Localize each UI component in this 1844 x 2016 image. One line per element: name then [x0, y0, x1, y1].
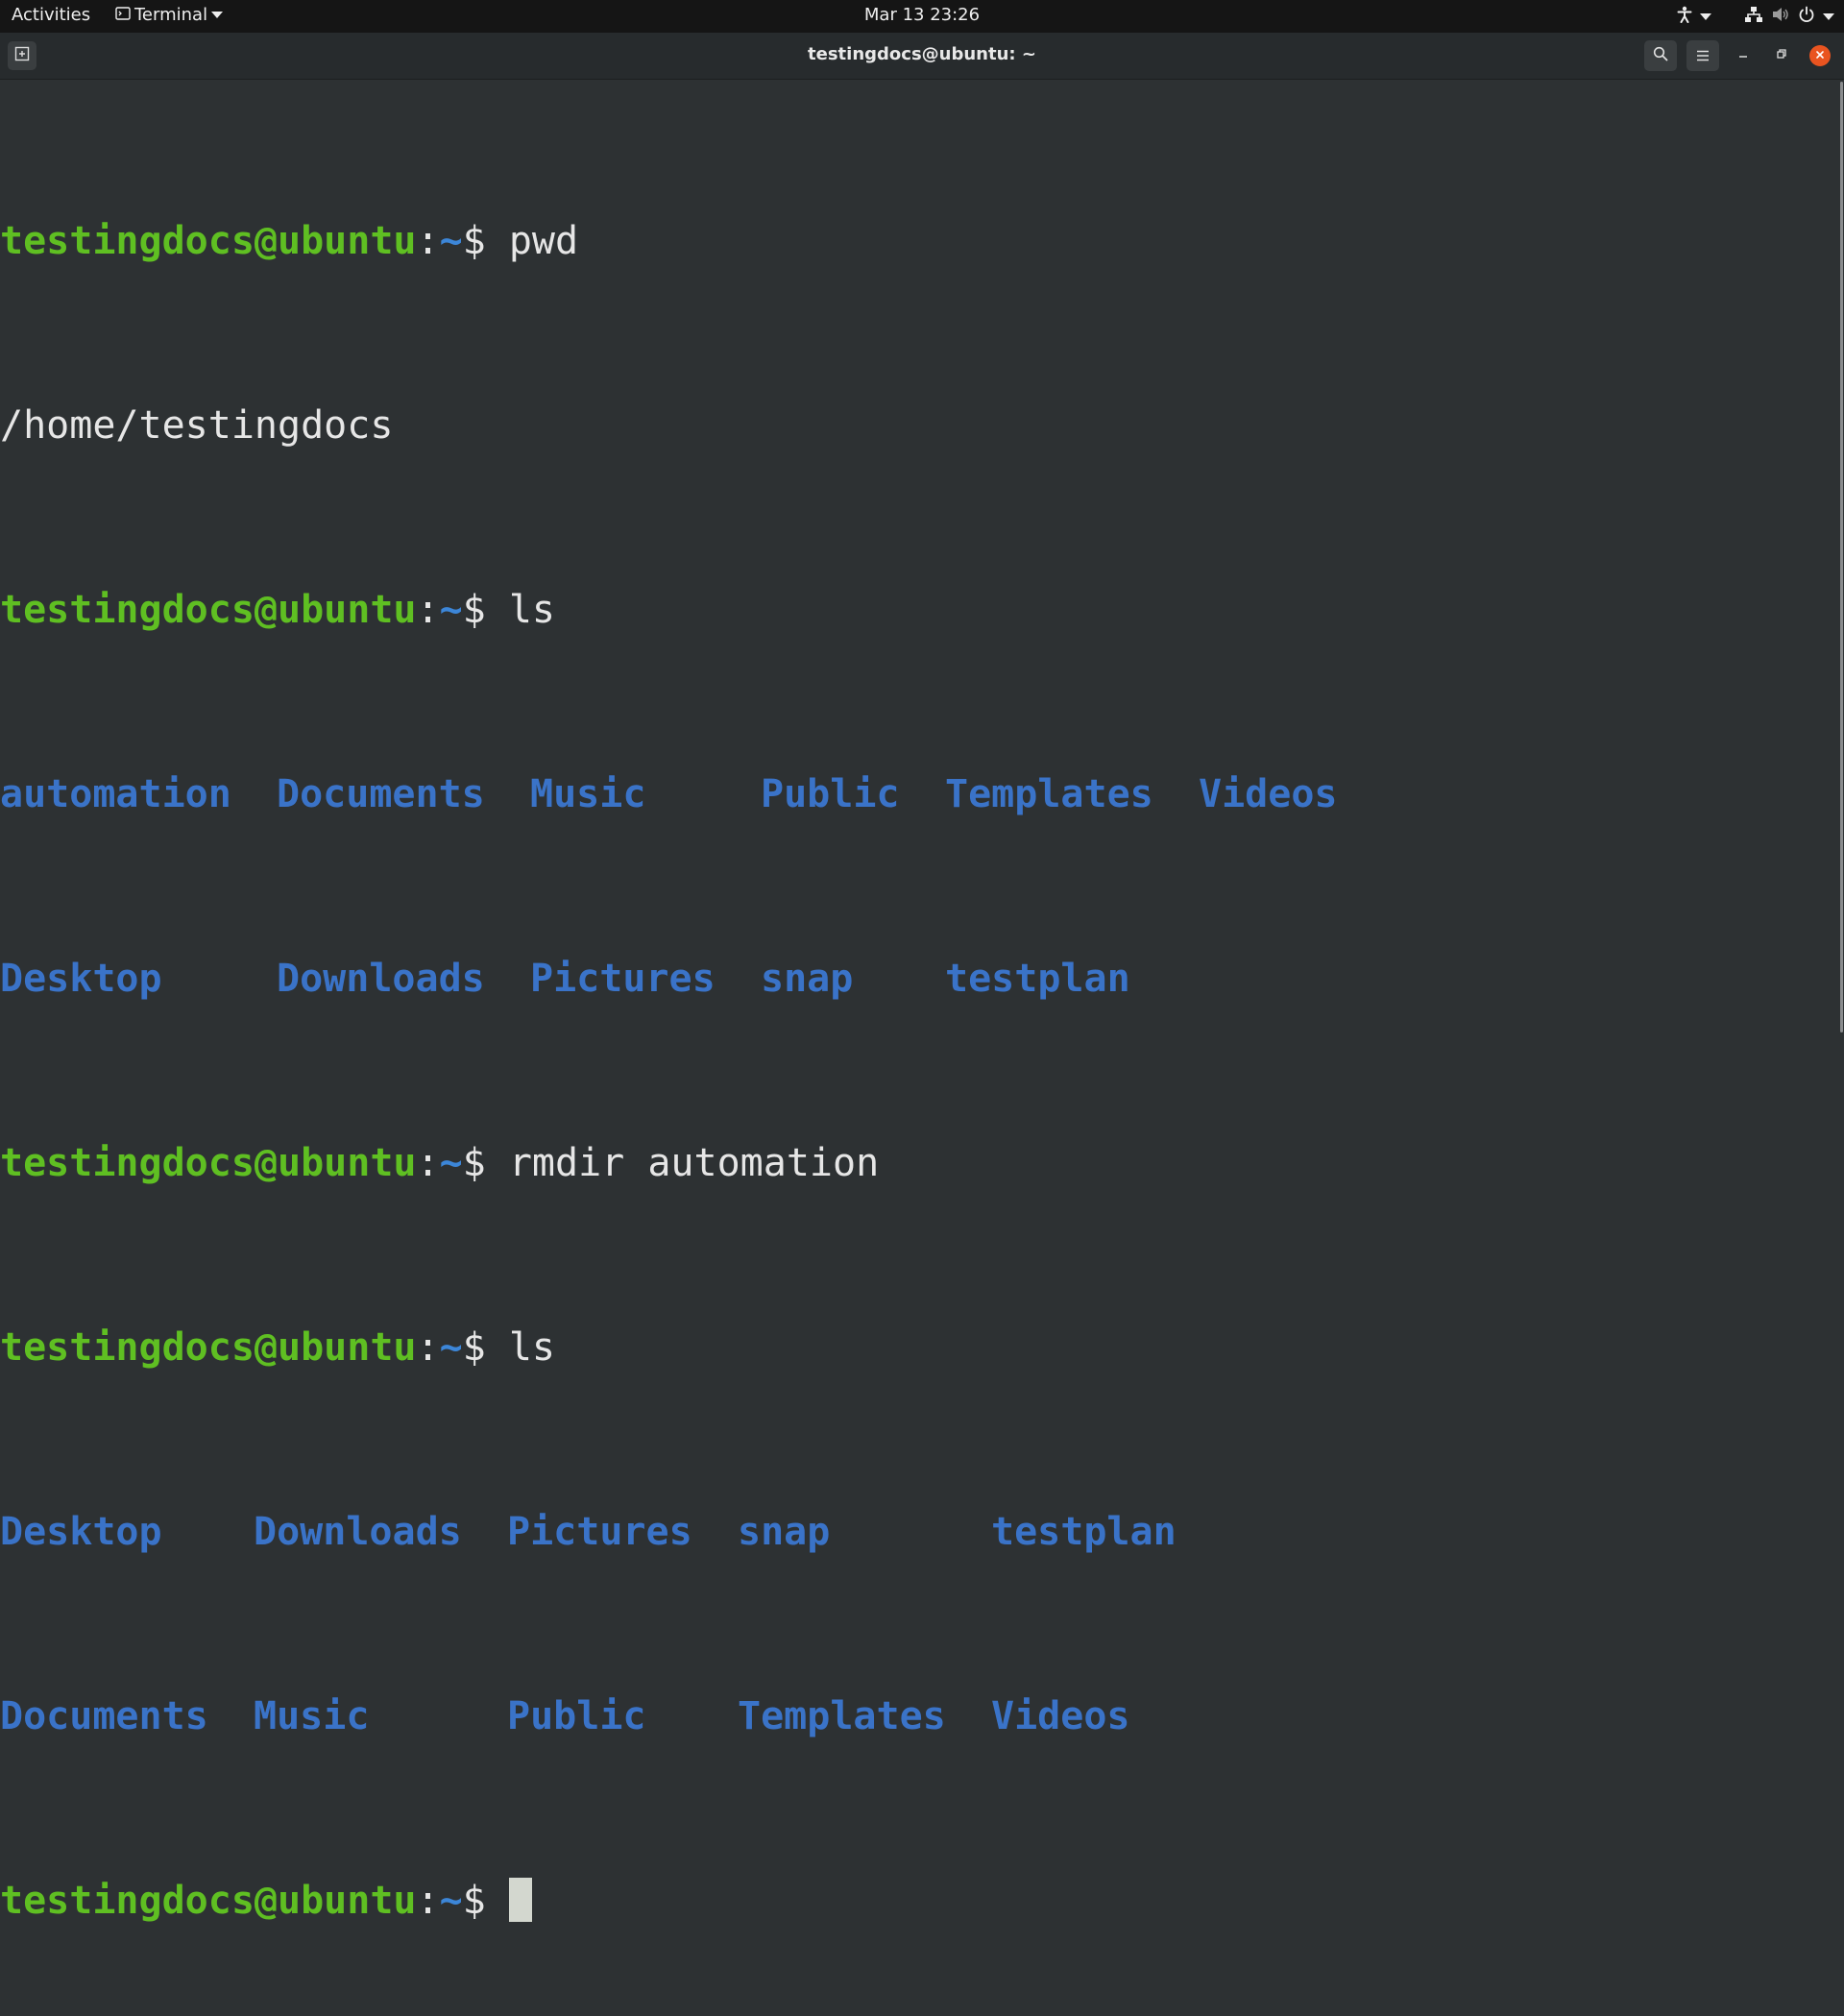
- accessibility-icon: [1677, 6, 1692, 28]
- prompt-colon: :: [416, 1141, 440, 1185]
- system-tray: [1677, 6, 1834, 28]
- terminal-line: testingdocs@ubuntu:~$ rmdir automation: [0, 1140, 1832, 1186]
- command-text: ls: [508, 1325, 556, 1370]
- prompt-user-host: testingdocs@ubuntu: [0, 1141, 417, 1185]
- directory-entry: snap: [761, 957, 854, 1001]
- prompt-user-host: testingdocs@ubuntu: [0, 219, 417, 263]
- restore-button[interactable]: [1767, 41, 1796, 70]
- terminal-scrollbar[interactable]: [1832, 80, 1844, 1037]
- window-titlebar[interactable]: testingdocs@ubuntu: ~: [0, 33, 1844, 80]
- command-text: ls: [508, 588, 556, 632]
- minimize-icon: [1737, 48, 1749, 63]
- new-tab-button[interactable]: [8, 41, 36, 70]
- hamburger-menu-icon: [1696, 47, 1710, 65]
- ls-output-row: Desktop Downloads Pictures snap testplan: [0, 956, 1832, 1002]
- prompt-user-host: testingdocs@ubuntu: [0, 588, 417, 632]
- chevron-down-icon: [1700, 13, 1711, 20]
- prompt-path: ~: [439, 1325, 463, 1370]
- prompt-user-host: testingdocs@ubuntu: [0, 1325, 417, 1370]
- search-icon: [1653, 46, 1668, 65]
- restore-icon: [1776, 48, 1787, 63]
- terminal-line: testingdocs@ubuntu:~$ pwd: [0, 218, 1832, 264]
- window-title: testingdocs@ubuntu: ~: [808, 44, 1036, 64]
- clock[interactable]: Mar 13 23:26: [864, 5, 980, 25]
- prompt-dollar: $: [462, 1141, 509, 1185]
- prompt-dollar: $: [462, 1325, 509, 1370]
- volume-muted-icon: [1771, 6, 1790, 28]
- directory-entry: Pictures: [507, 1510, 692, 1554]
- terminal-line: testingdocs@ubuntu:~$ ls: [0, 1324, 1832, 1371]
- directory-entry: Documents: [0, 1694, 208, 1738]
- activities-button[interactable]: Activities: [12, 5, 90, 25]
- directory-entry: snap: [738, 1510, 831, 1554]
- directory-entry: testplan: [991, 1510, 1177, 1554]
- directory-entry: Music: [530, 772, 646, 816]
- directory-entry: Desktop: [0, 1510, 162, 1554]
- directory-entry: Pictures: [530, 957, 716, 1001]
- chevron-down-icon: [211, 12, 224, 18]
- minimize-button[interactable]: [1729, 41, 1758, 70]
- directory-entry: testplan: [945, 957, 1130, 1001]
- terminal-line: testingdocs@ubuntu:~$ ls: [0, 587, 1832, 633]
- ls-output-row: Documents Music Public Templates Videos: [0, 1693, 1832, 1739]
- terminal-line: testingdocs@ubuntu:~$: [0, 1878, 1832, 1924]
- prompt-path: ~: [439, 1879, 463, 1923]
- terminal-output[interactable]: testingdocs@ubuntu:~$ pwd /home/testingd…: [0, 80, 1832, 1923]
- command-output: /home/testingdocs: [0, 403, 394, 448]
- system-menu[interactable]: [1744, 6, 1834, 28]
- ls-output-row: automation Documents Music Public Templa…: [0, 771, 1832, 817]
- text-cursor: [508, 1878, 532, 1922]
- new-tab-icon: [14, 46, 30, 65]
- directory-entry: Public: [507, 1694, 646, 1738]
- command-text: pwd: [508, 219, 579, 263]
- chevron-down-icon: [1823, 13, 1834, 20]
- prompt-path: ~: [439, 588, 463, 632]
- directory-entry: Templates: [945, 772, 1153, 816]
- directory-entry: Music: [254, 1694, 370, 1738]
- directory-entry: Videos: [1199, 772, 1338, 816]
- accessibility-menu[interactable]: [1677, 6, 1711, 28]
- prompt-colon: :: [416, 219, 440, 263]
- directory-entry: Templates: [738, 1694, 946, 1738]
- network-icon: [1744, 6, 1763, 28]
- prompt-colon: :: [416, 1879, 440, 1923]
- directory-entry: Desktop: [0, 957, 162, 1001]
- terminal-line: /home/testingdocs: [0, 402, 1832, 449]
- top-bar: Activities Terminal Mar 13 23:26: [0, 0, 1844, 33]
- prompt-path: ~: [439, 1141, 463, 1185]
- prompt-dollar: $: [462, 219, 509, 263]
- directory-entry: Downloads: [277, 957, 485, 1001]
- terminal-icon: [115, 5, 131, 25]
- scrollbar-thumb[interactable]: [1840, 82, 1843, 1032]
- close-button[interactable]: [1806, 41, 1834, 70]
- prompt-colon: :: [416, 588, 440, 632]
- command-text: rmdir automation: [508, 1141, 880, 1185]
- prompt-dollar: $: [462, 1879, 509, 1923]
- app-menu-label: Terminal: [134, 5, 208, 25]
- prompt-path: ~: [439, 219, 463, 263]
- menu-button[interactable]: [1686, 40, 1719, 71]
- prompt-colon: :: [416, 1325, 440, 1370]
- power-icon: [1798, 6, 1815, 28]
- app-menu[interactable]: Terminal: [115, 5, 224, 25]
- directory-entry: Documents: [277, 772, 485, 816]
- directory-entry: Downloads: [254, 1510, 462, 1554]
- directory-entry: automation: [0, 772, 231, 816]
- search-button[interactable]: [1644, 40, 1677, 71]
- directory-entry: Videos: [991, 1694, 1130, 1738]
- close-icon: [1815, 48, 1825, 63]
- prompt-user-host: testingdocs@ubuntu: [0, 1879, 417, 1923]
- prompt-dollar: $: [462, 588, 509, 632]
- ls-output-row: Desktop Downloads Pictures snap testplan: [0, 1509, 1832, 1555]
- directory-entry: Public: [761, 772, 900, 816]
